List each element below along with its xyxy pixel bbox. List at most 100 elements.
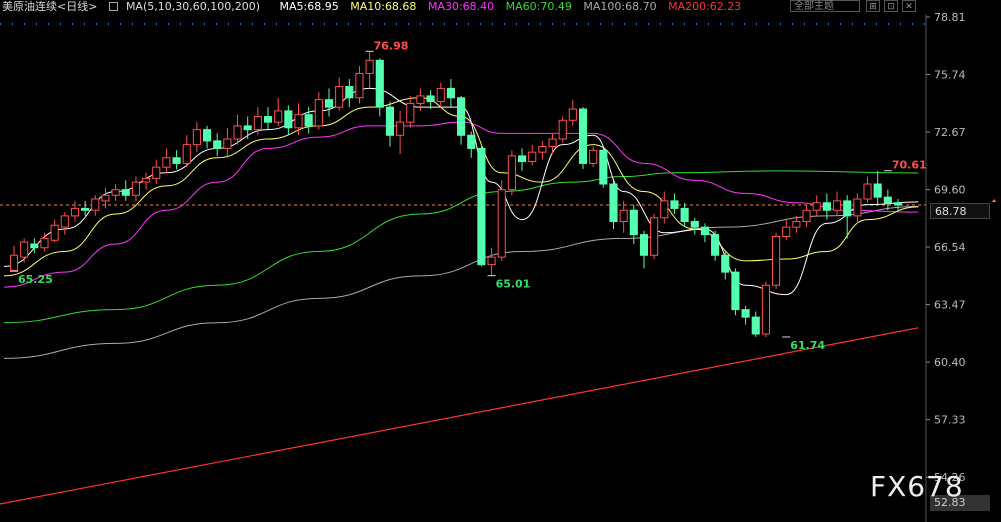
candle-body (142, 177, 151, 183)
candle-body (131, 181, 140, 196)
candle-body (355, 72, 364, 99)
candle-body (213, 140, 222, 149)
restore-icon[interactable]: ⊡ (884, 0, 898, 12)
theme-selector[interactable]: 全部主题 (790, 0, 860, 12)
y-tick-label: 69.60 (934, 184, 966, 197)
candle-body (457, 97, 466, 136)
candle-body (192, 129, 201, 146)
candle-body (477, 147, 486, 266)
candle-body (700, 226, 709, 236)
y-tick-label: 75.74 (934, 69, 966, 82)
candle-body (843, 200, 852, 217)
candle-body (40, 237, 49, 249)
candle-body (9, 254, 19, 271)
candle-body (365, 59, 374, 74)
candle-body (20, 241, 29, 258)
candle-body (172, 157, 181, 164)
candle-body (335, 86, 344, 108)
candle-body (101, 194, 110, 202)
period-label[interactable]: <日线> (57, 0, 97, 13)
y-tick-label: 57.33 (934, 414, 966, 427)
candle-body (436, 87, 445, 103)
candle-body (507, 155, 516, 191)
ma-settings-icon[interactable] (108, 2, 118, 11)
candle-body (345, 86, 354, 99)
y-tick-label: 66.54 (934, 241, 966, 254)
candle-body (375, 59, 384, 108)
candle-body (50, 224, 59, 241)
y-tick-label: 63.47 (934, 299, 966, 312)
ma200-value: MA200:62.23 (668, 0, 742, 13)
candle-body (650, 217, 659, 256)
candle-body (873, 183, 882, 198)
candle-body (467, 134, 476, 149)
candle-body (70, 207, 80, 217)
candle-body (751, 316, 760, 335)
ma30-value: MA30:68.40 (427, 0, 495, 13)
candle-body (162, 157, 171, 168)
candle-body (538, 146, 547, 153)
candle-body (822, 202, 831, 211)
ma200-line (0, 327, 919, 505)
candle-body (253, 116, 262, 131)
ma-params[interactable]: MA(5,10,30,60,100,200) (108, 0, 268, 13)
low-label: 65.25 (18, 273, 53, 286)
high-label: 76.98 (374, 39, 409, 52)
candle-body (711, 234, 720, 256)
candle-body (203, 129, 212, 142)
candle-body (639, 234, 649, 256)
candle-body (721, 254, 730, 273)
candle-body (274, 110, 283, 123)
candle-body (223, 138, 232, 149)
ma100-line (3, 206, 919, 359)
candle-body (30, 243, 39, 249)
candle-body (426, 95, 435, 103)
candle-body (263, 116, 273, 123)
candle-body (91, 198, 100, 211)
candle-body (385, 106, 395, 136)
close-icon[interactable]: ✕ (902, 0, 916, 12)
low-label: 61.74 (790, 339, 825, 352)
candle-body (761, 284, 770, 335)
candle-body (782, 226, 791, 238)
instrument-title[interactable]: 美原油连续 (2, 0, 57, 13)
low-label: 65.01 (496, 278, 531, 291)
candle-body (802, 209, 811, 223)
candle-body (416, 95, 425, 104)
candle-body (853, 198, 862, 217)
grid-icon[interactable]: ⊞ (866, 0, 880, 12)
candle-body (883, 196, 892, 204)
high-label: 70.61 (892, 159, 927, 172)
candle-body (314, 99, 323, 127)
candle-body (680, 207, 689, 223)
y-tick-label: 60.40 (934, 356, 966, 369)
ma10-value: MA10:68.68 (350, 0, 417, 13)
candle-body (832, 200, 842, 211)
kline-chart: 78.8175.7472.6769.6066.5463.4760.4057.33… (0, 11, 996, 522)
candle-body (629, 209, 638, 236)
candle-body (558, 119, 567, 140)
candle-body (487, 256, 496, 266)
candle-body (863, 183, 872, 200)
watermark-logo: FX678 (870, 470, 964, 503)
price-marker-icon (992, 199, 996, 203)
candle-body (893, 202, 903, 206)
candle-body (548, 138, 557, 148)
candle-body (772, 236, 781, 286)
candle-body (528, 151, 537, 163)
candle-body (152, 166, 161, 179)
y-tick-label: 72.67 (934, 126, 966, 139)
candle-body (619, 209, 628, 223)
candle-body (284, 110, 293, 129)
candle-body (660, 200, 669, 219)
candle-body (741, 309, 750, 318)
candle-body (243, 125, 252, 131)
candle-body (609, 183, 618, 223)
candle-body (81, 207, 90, 211)
candle-body (578, 108, 588, 164)
ma60-line (3, 170, 919, 324)
candle-body (182, 144, 191, 164)
ma5-value: MA5:68.95 (279, 0, 339, 13)
candle-body (233, 125, 242, 140)
candle-body (599, 149, 608, 185)
